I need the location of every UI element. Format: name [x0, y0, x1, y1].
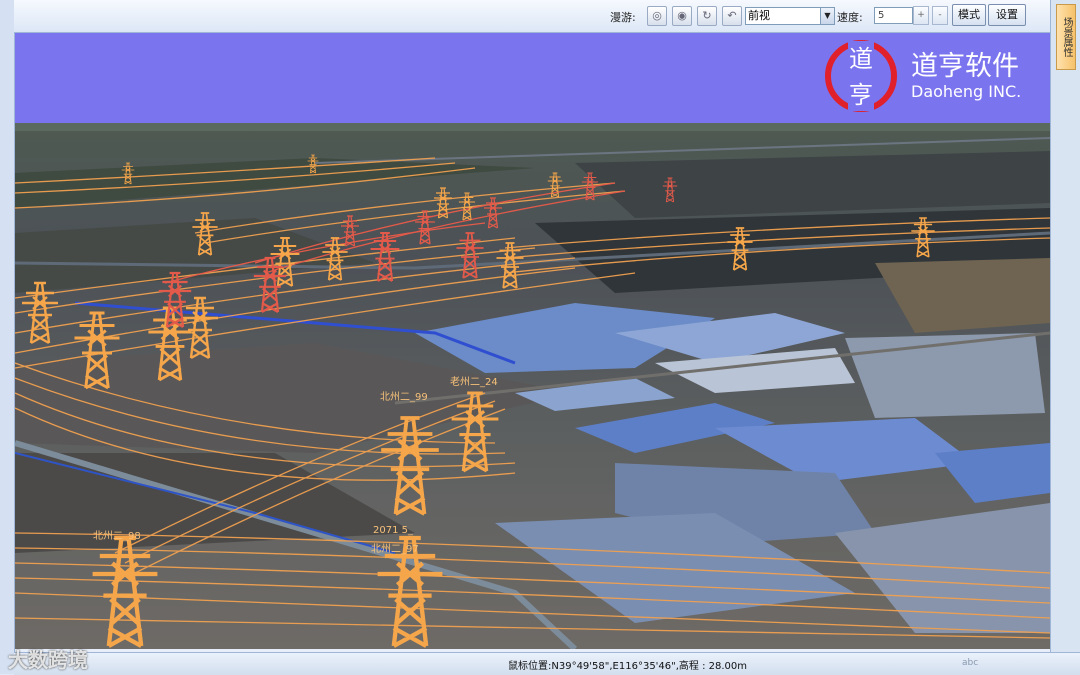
tower-label: 2071 5_ — [373, 525, 414, 536]
company-logo: 道 亨 道亨软件 Daoheng INC. — [825, 40, 1021, 112]
left-border — [0, 0, 15, 674]
logo-name-en: Daoheng INC. — [911, 82, 1021, 101]
speed-decrease-button[interactable]: - — [932, 6, 948, 25]
logo-mark-bottom: 亨 — [849, 81, 873, 109]
side-panel: 场景属性 — [1050, 0, 1080, 654]
3d-scene-viewport[interactable]: 老州二_24 北州二_99 北州二_98 2071 5_ 北州二_97 道 亨 … — [15, 33, 1050, 649]
roam-label: 漫游: — [610, 11, 636, 24]
speed-input[interactable]: 5 — [874, 7, 913, 24]
mode-button[interactable]: 模式 — [952, 4, 986, 26]
app-window: 漫游: ◎ ◉ ↻ ↶ 前视 ▼ 速度: 5 + - 模式 设置 场景属性 老州… — [0, 0, 1080, 675]
factory-roof — [845, 333, 1045, 418]
scene-properties-tab[interactable]: 场景属性 — [1056, 4, 1076, 70]
status-bar: 鼠标位置:N39°49'58",E116°35'46",高程 : 28.00m … — [14, 652, 1080, 675]
undo-icon[interactable]: ↶ — [722, 6, 742, 26]
roam-sphere-icon[interactable]: ◎ — [647, 6, 667, 26]
tower-label: 老州二_24 — [450, 375, 498, 388]
tower-label: 北州二_97 — [371, 543, 419, 555]
chevron-down-icon: ▼ — [820, 8, 834, 24]
scene-canvas: 老州二_24 北州二_99 北州二_98 2071 5_ 北州二_97 道 亨 … — [15, 33, 1050, 649]
mouse-position-readout: 鼠标位置:N39°49'58",E116°35'46",高程 : 28.00m — [508, 661, 748, 672]
watermark: 大数跨境 — [8, 648, 88, 672]
logo-mark-top: 道 — [849, 45, 873, 73]
tower-label: 北州二_98 — [93, 530, 141, 542]
roam-rotate-icon[interactable]: ↻ — [697, 6, 717, 26]
view-select[interactable]: 前视 ▼ — [745, 7, 835, 25]
ime-indicator: abc — [962, 658, 979, 668]
tower-label: 北州二_99 — [380, 391, 428, 403]
roam-globe-icon[interactable]: ◉ — [672, 6, 692, 26]
speed-label: 速度: — [837, 11, 863, 24]
toolbar: 漫游: ◎ ◉ ↻ ↶ 前视 ▼ 速度: 5 + - 模式 设置 — [14, 0, 1050, 33]
logo-name-cn: 道亨软件 — [911, 51, 1019, 82]
horizon-band — [15, 123, 1050, 131]
speed-increase-button[interactable]: + — [913, 6, 929, 25]
view-select-value: 前视 — [748, 9, 770, 22]
settings-button[interactable]: 设置 — [988, 4, 1026, 26]
